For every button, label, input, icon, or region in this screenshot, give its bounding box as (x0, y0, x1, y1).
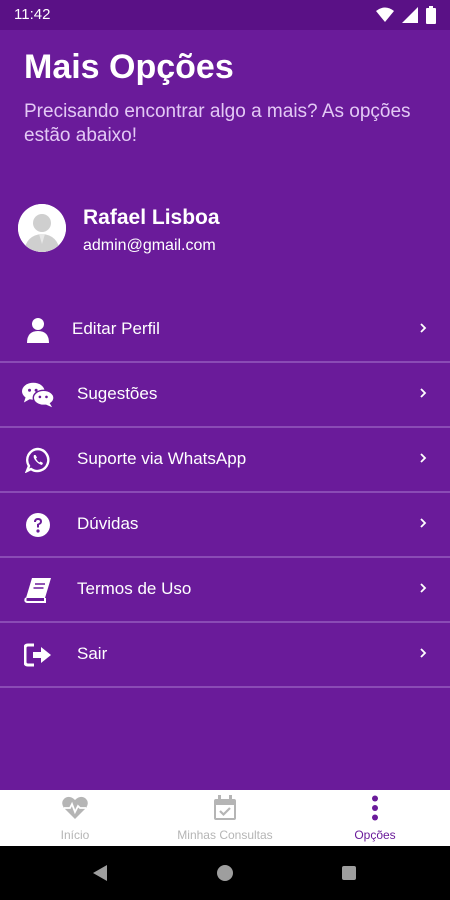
signal-icon (402, 7, 418, 28)
heartbeat-icon (61, 794, 89, 822)
page-title: Mais Opções (24, 48, 234, 86)
nav-label: Início (60, 828, 90, 842)
battery-icon (426, 6, 436, 29)
calendar-check-icon (211, 794, 239, 822)
chat-bubbles-icon (22, 381, 54, 409)
menu-item-label: Dúvidas (77, 514, 139, 533)
menu-item-duvidas[interactable]: Dúvidas (0, 493, 450, 558)
chevron-right-icon (418, 450, 428, 466)
menu-item-label: Suporte via WhatsApp (77, 449, 247, 468)
chevron-right-icon (418, 385, 428, 401)
menu-item-label: Termos de Uso (77, 579, 192, 598)
options-menu: Editar Perfil Sugestões Suporte via What… (0, 298, 450, 688)
avatar (18, 204, 66, 252)
whatsapp-icon (22, 446, 54, 474)
chevron-right-icon (418, 645, 428, 661)
profile-card[interactable]: Rafael Lisboa admin@gmail.com (18, 204, 438, 260)
recents-square-icon (342, 866, 356, 880)
main-content: Mais Opções Precisando encontrar algo a … (0, 30, 450, 790)
menu-item-termos-de-uso[interactable]: Termos de Uso (0, 558, 450, 623)
menu-item-editar-perfil[interactable]: Editar Perfil (0, 298, 450, 363)
chevron-right-icon (418, 320, 428, 336)
menu-item-sugestoes[interactable]: Sugestões (0, 363, 450, 428)
home-button[interactable] (195, 846, 255, 900)
question-icon (22, 511, 54, 539)
wifi-icon (376, 7, 394, 28)
back-button[interactable] (70, 846, 130, 900)
chevron-right-icon (418, 580, 428, 596)
nav-tab-minhas-consultas[interactable]: Minhas Consultas (150, 790, 300, 846)
chevron-right-icon (418, 515, 428, 531)
menu-item-label: Sugestões (77, 384, 158, 403)
profile-email: admin@gmail.com (83, 237, 216, 254)
book-icon (22, 576, 54, 604)
menu-item-sair[interactable]: Sair (0, 623, 450, 688)
home-circle-icon (217, 865, 233, 881)
nav-label: Opções (354, 828, 396, 842)
page-subtitle: Precisando encontrar algo a mais? As opç… (24, 101, 411, 146)
status-icons (376, 6, 436, 29)
nav-tab-opcoes[interactable]: Opções (300, 790, 450, 846)
nav-label: Minhas Consultas (177, 828, 273, 842)
status-bar: 11:42 (0, 0, 450, 30)
menu-item-label: Sair (77, 644, 108, 663)
profile-name: Rafael Lisboa (83, 206, 220, 229)
avatar-placeholder-icon (18, 204, 66, 252)
back-triangle-icon (93, 865, 107, 881)
nav-tab-inicio[interactable]: Início (0, 790, 150, 846)
system-navigation-bar (0, 846, 450, 900)
menu-item-label: Editar Perfil (72, 319, 160, 338)
menu-item-suporte-whatsapp[interactable]: Suporte via WhatsApp (0, 428, 450, 493)
status-time: 11:42 (14, 6, 51, 23)
more-vertical-icon (361, 794, 389, 822)
recents-button[interactable] (319, 846, 379, 900)
user-icon (22, 316, 54, 344)
logout-icon (22, 641, 54, 669)
bottom-navigation: Início Minhas Consultas Opções (0, 790, 450, 846)
